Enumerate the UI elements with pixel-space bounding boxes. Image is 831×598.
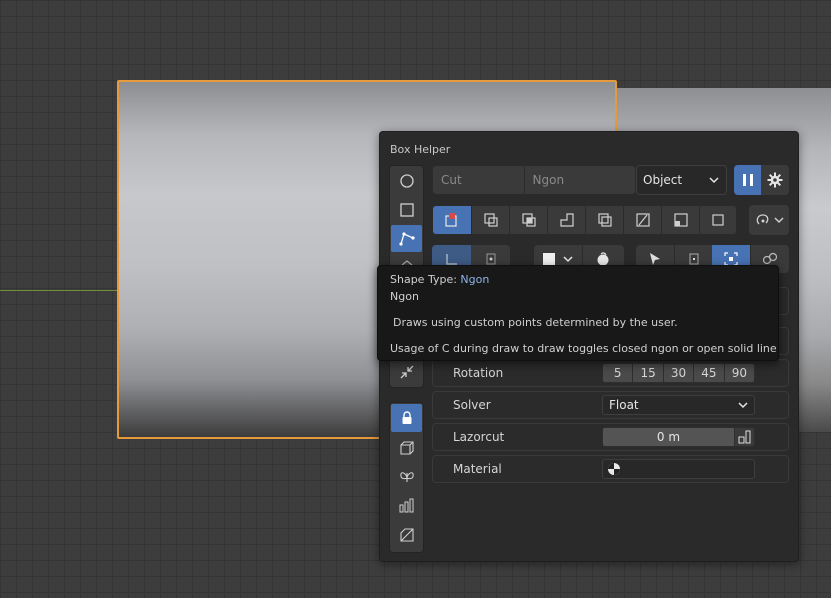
tooltip-title-value: Ngon xyxy=(460,273,490,286)
tooltip-title: Shape Type: Ngon xyxy=(390,273,489,286)
rotation-label: Rotation xyxy=(453,366,504,380)
ngon-icon xyxy=(398,231,415,246)
array-button[interactable] xyxy=(391,492,422,520)
panel-title: Box Helper xyxy=(390,143,451,156)
inset-icon xyxy=(559,213,574,227)
shape-tool-column xyxy=(389,165,424,275)
settings-button[interactable] xyxy=(761,165,789,195)
snap-dropdown[interactable] xyxy=(749,205,789,235)
knife-icon xyxy=(635,213,650,227)
slice-boolean-button[interactable] xyxy=(471,206,509,234)
box-shape-button[interactable] xyxy=(391,196,422,223)
butterfly-icon xyxy=(399,472,414,482)
rotation-option-15[interactable]: 15 xyxy=(632,364,662,382)
depth-bar-icon xyxy=(738,430,750,444)
circle-icon xyxy=(399,173,414,188)
solver-dropdown[interactable]: Float xyxy=(602,395,755,415)
tooltip-usage: Usage of C during draw to draw toggles c… xyxy=(390,342,777,355)
tooltip-description: Draws using custom points determined by … xyxy=(393,316,678,329)
lock-icon xyxy=(402,411,411,424)
chevron-down-icon xyxy=(773,217,784,224)
solver-label: Solver xyxy=(453,398,491,412)
cut-boolean-icon xyxy=(445,213,457,227)
knife-boolean-button[interactable] xyxy=(623,206,661,234)
mirror-button[interactable] xyxy=(391,463,422,491)
material-row: Material xyxy=(432,455,789,483)
link-icon xyxy=(762,252,778,265)
extrude-button[interactable] xyxy=(391,434,422,462)
rotation-option-30[interactable]: 30 xyxy=(662,364,693,382)
intersect-boolean-button[interactable] xyxy=(509,206,547,234)
tooltip-name: Ngon xyxy=(390,290,419,303)
pause-button[interactable] xyxy=(734,165,761,195)
box-select-icon xyxy=(689,253,698,265)
circle-shape-button[interactable] xyxy=(391,167,422,194)
chevron-down-icon xyxy=(709,177,719,184)
lazorcut-toggle[interactable] xyxy=(735,427,755,447)
rotation-row: Rotation 5 15 30 45 90 xyxy=(432,359,789,387)
cursor-icon xyxy=(650,253,660,265)
ngon-shape-field[interactable]: Ngon xyxy=(525,166,635,194)
shrink-button[interactable] xyxy=(391,358,422,386)
lazorcut-row: Lazorcut 0 m xyxy=(432,423,789,451)
ngon-shape-button[interactable] xyxy=(391,225,422,252)
lazorcut-value-field[interactable]: 0 m xyxy=(602,427,735,447)
behavior-tool-column xyxy=(389,402,424,553)
rotation-option-90[interactable]: 90 xyxy=(723,364,754,382)
pause-icon xyxy=(742,174,753,186)
material-selector[interactable] xyxy=(602,459,755,479)
square-icon xyxy=(399,202,414,217)
focus-select-icon xyxy=(724,252,738,266)
corner-origin-icon xyxy=(445,254,457,265)
slice-icon xyxy=(483,213,498,227)
solver-row: Solver Float xyxy=(432,391,789,419)
join-boolean-button[interactable] xyxy=(585,206,623,234)
shape-type-tooltip: Shape Type: Ngon Ngon Draws using custom… xyxy=(377,265,779,361)
x-axis-line xyxy=(0,290,120,291)
extrude-box-icon xyxy=(399,441,414,455)
rotation-option-45[interactable]: 45 xyxy=(693,364,723,382)
magnet-icon xyxy=(756,214,768,225)
cut-boolean-button[interactable] xyxy=(433,206,471,234)
center-origin-icon xyxy=(486,253,495,265)
intersect-icon xyxy=(521,213,536,227)
white-swatch-icon xyxy=(543,253,555,265)
rotation-option-5[interactable]: 5 xyxy=(603,364,632,382)
extract-boolean-button[interactable] xyxy=(661,206,699,234)
gear-icon xyxy=(767,172,783,188)
extract-icon xyxy=(673,213,688,227)
chevron-down-icon xyxy=(563,256,573,263)
lazorcut-label: Lazorcut xyxy=(453,430,505,444)
inset-boolean-button[interactable] xyxy=(547,206,585,234)
target-dropdown-value: Object xyxy=(643,173,683,187)
make-boolean-button[interactable] xyxy=(699,206,736,234)
array-bars-icon xyxy=(399,498,413,513)
bevel-icon xyxy=(399,528,414,542)
material-label: Material xyxy=(453,462,502,476)
target-dropdown[interactable]: Object xyxy=(636,165,727,195)
mode-shape-field: Cut Ngon xyxy=(432,165,636,195)
rotation-snap-options: 5 15 30 45 90 xyxy=(602,363,755,383)
tooltip-title-prefix: Shape Type: xyxy=(390,273,461,286)
cut-mode-field[interactable]: Cut xyxy=(433,166,525,194)
boolean-mode-group xyxy=(432,205,737,235)
material-sphere-icon xyxy=(608,463,620,475)
lock-button[interactable] xyxy=(391,404,422,432)
join-icon xyxy=(597,213,612,227)
chevron-down-icon xyxy=(738,402,748,409)
bevel-button[interactable] xyxy=(391,521,422,549)
solver-value: Float xyxy=(609,398,639,412)
shrink-arrows-icon xyxy=(400,365,413,379)
square-outline-icon xyxy=(712,214,724,226)
run-settings-group xyxy=(734,165,789,195)
